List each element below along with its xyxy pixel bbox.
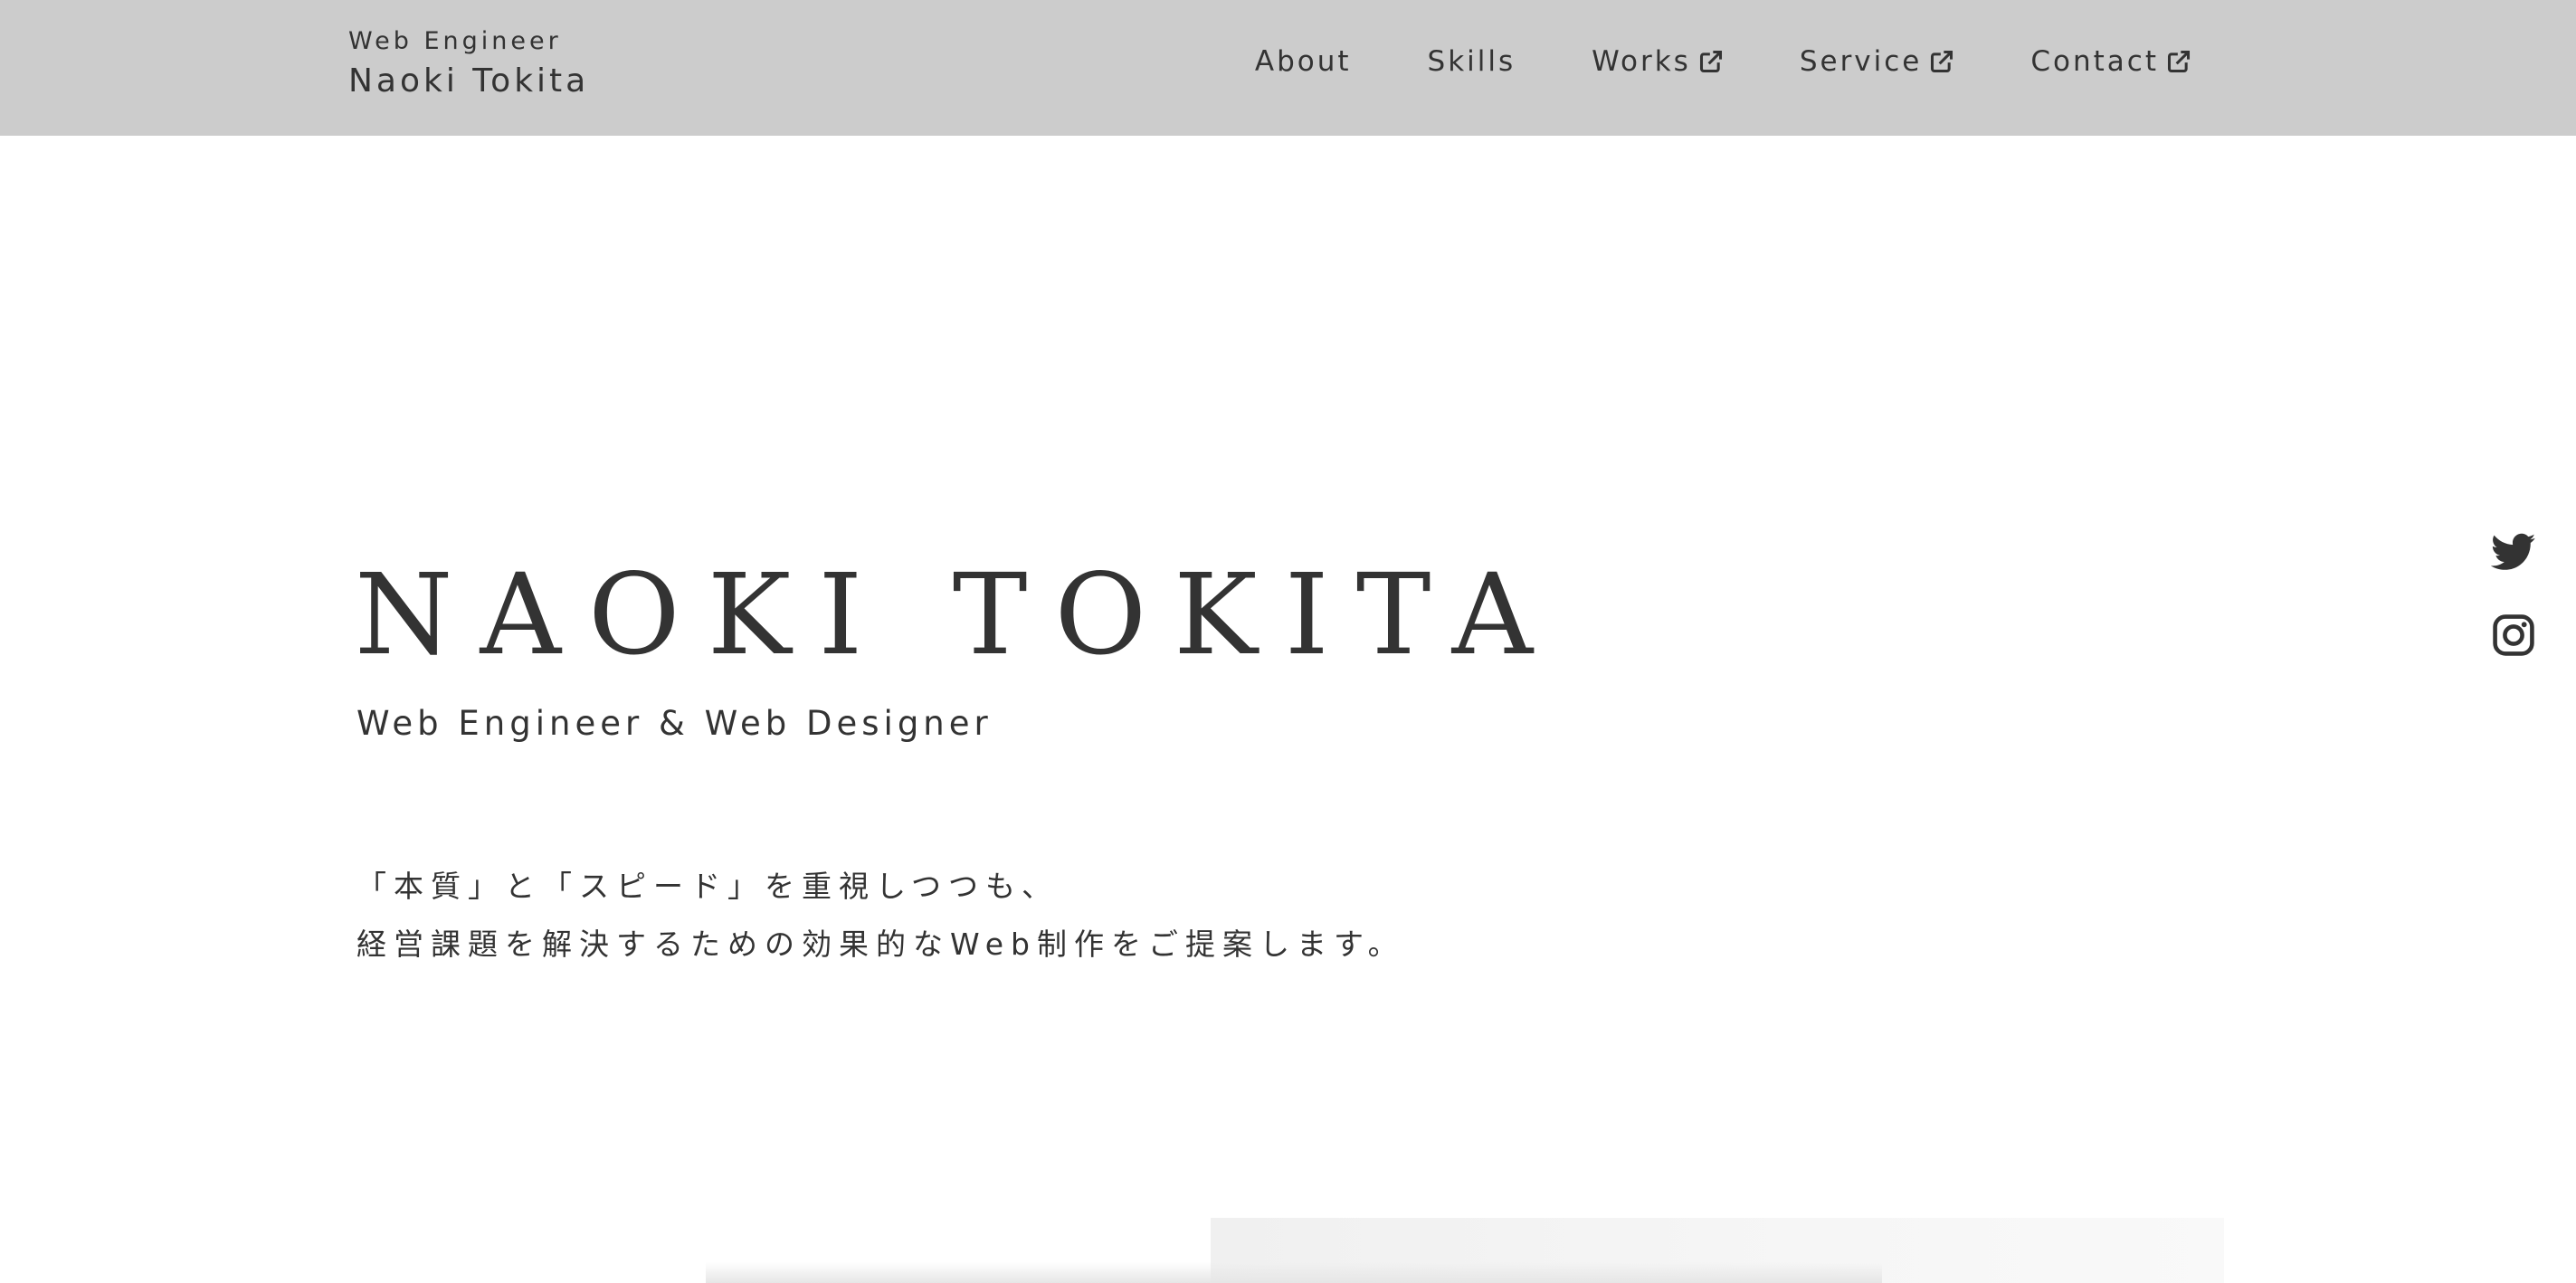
nav-service[interactable]: Service [1800, 40, 1955, 83]
external-link-icon [2167, 50, 2191, 73]
instagram-icon [2493, 614, 2534, 656]
nav-service-label: Service [1799, 45, 1923, 78]
nav-contact[interactable]: Contact [2030, 40, 2191, 83]
brand-tagline: Web Engineer [348, 27, 562, 55]
brand-name: Naoki Tokita [348, 62, 590, 100]
nav-skills-label: Skills [1427, 45, 1516, 78]
external-link-icon [1931, 50, 1953, 73]
hero-description-line-2: 経営課題を解決するための効果的なWeb制作をご提案します。 [356, 927, 1405, 962]
brand-logo[interactable]: Web Engineer Naoki Tokita [348, 25, 589, 103]
twitter-link[interactable] [2491, 529, 2536, 575]
nav-about[interactable]: About [1255, 40, 1352, 83]
social-links [2491, 529, 2536, 696]
nav-contact-label: Contact [2030, 45, 2159, 78]
instagram-link[interactable] [2491, 613, 2536, 658]
main-nav: About Skills Works Service Contact [1255, 40, 2191, 83]
nav-works-label: Works [1592, 45, 1691, 78]
nav-about-label: About [1254, 45, 1352, 78]
hero-subtitle: Web Engineer & Web Designer [356, 704, 993, 743]
external-link-icon [1699, 50, 1722, 73]
section-preview-shadow [706, 1262, 1882, 1283]
nav-works[interactable]: Works [1592, 40, 1724, 83]
hero-title: NAOKI TOKITA [355, 550, 1561, 680]
site-header: Web Engineer Naoki Tokita About Skills W… [0, 0, 2576, 136]
twitter-icon [2491, 533, 2536, 570]
nav-skills[interactable]: Skills [1428, 40, 1516, 83]
hero-description-line-1: 「本質」と「スピード」を重視しつつも、 [356, 869, 1060, 904]
hero-description: 「本質」と「スピード」を重視しつつも、 経営課題を解決するための効果的なWeb制… [356, 858, 1405, 974]
